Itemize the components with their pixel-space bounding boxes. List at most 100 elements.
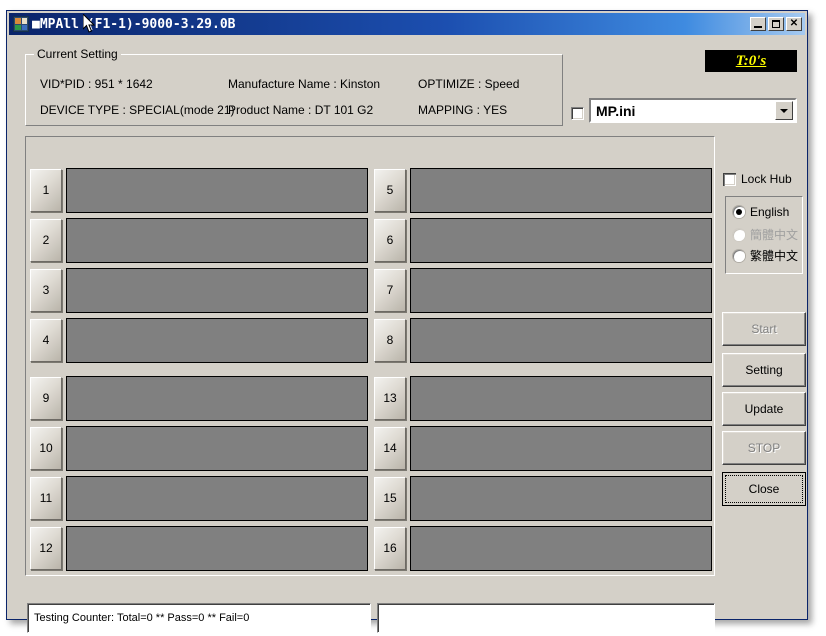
title-bar[interactable]: ■MPAll (F1-1)-9000-3.29.0B ✕ — [9, 13, 805, 35]
slot-status-7 — [410, 268, 712, 313]
manufacture-name-value: Manufacture Name : Kinston — [228, 77, 380, 91]
ini-file-combobox[interactable]: MP.ini — [589, 98, 797, 123]
stop-button-label: STOP — [748, 441, 780, 455]
language-option-traditional-chinese[interactable]: 繁體中文 — [733, 247, 798, 264]
current-setting-group: Current Setting VID*PID : 951 * 1642 Man… — [25, 54, 563, 126]
window-controls: ✕ — [750, 17, 803, 31]
slot-row[interactable]: 16 — [374, 523, 712, 573]
slot-status-16 — [410, 526, 712, 571]
window-client-area: Current Setting VID*PID : 951 * 1642 Man… — [9, 36, 805, 617]
radio-simplified-chinese-indicator — [733, 229, 745, 241]
testing-counter-field: Testing Counter: Total=0 ** Pass=0 ** Fa… — [27, 603, 371, 633]
application-window: ■MPAll (F1-1)-9000-3.29.0B ✕ Current Set… — [6, 10, 808, 620]
slot-button-9[interactable]: 9 — [30, 377, 62, 420]
maximize-button[interactable] — [768, 17, 784, 31]
radio-traditional-chinese-indicator[interactable] — [733, 250, 745, 262]
slot-status-6 — [410, 218, 712, 263]
slot-button-5[interactable]: 5 — [374, 169, 406, 212]
slot-status-12 — [66, 526, 368, 571]
slot-button-12[interactable]: 12 — [30, 527, 62, 570]
slot-row[interactable]: 3 — [30, 265, 368, 315]
close-window-button[interactable]: ✕ — [786, 17, 802, 31]
slot-button-13[interactable]: 13 — [374, 377, 406, 420]
slot-row[interactable]: 11 — [30, 473, 368, 523]
language-option-english[interactable]: English — [733, 205, 789, 219]
ini-file-value: MP.ini — [591, 103, 775, 119]
slot-row[interactable]: 5 — [374, 165, 712, 215]
start-button-label: Start — [751, 322, 776, 336]
slot-button-10[interactable]: 10 — [30, 427, 62, 470]
status-message-field — [377, 603, 715, 633]
slot-column-left: 1 2 3 4 9 — [30, 165, 368, 573]
lock-hub-checkbox[interactable]: Lock Hub — [723, 172, 792, 186]
slot-status-3 — [66, 268, 368, 313]
slot-button-1[interactable]: 1 — [30, 169, 62, 212]
language-option-traditional-chinese-label: 繁體中文 — [750, 247, 798, 264]
slot-status-4 — [66, 318, 368, 363]
close-button[interactable]: Close — [722, 472, 806, 506]
elapsed-timer-value: T:0's — [736, 53, 767, 70]
slot-button-6[interactable]: 6 — [374, 219, 406, 262]
vid-pid-value: VID*PID : 951 * 1642 — [40, 77, 153, 91]
optimize-value: OPTIMIZE : Speed — [418, 77, 519, 91]
setting-button[interactable]: Setting — [722, 353, 806, 387]
slot-column-right: 5 6 7 8 13 — [374, 165, 712, 573]
slot-button-3[interactable]: 3 — [30, 269, 62, 312]
slot-row[interactable]: 14 — [374, 423, 712, 473]
window-title: ■MPAll (F1-1)-9000-3.29.0B — [32, 17, 750, 32]
slot-row[interactable]: 6 — [374, 215, 712, 265]
slot-status-10 — [66, 426, 368, 471]
product-name-value: Product Name : DT 101 G2 — [228, 103, 373, 117]
slot-row[interactable]: 12 — [30, 523, 368, 573]
slot-row[interactable]: 2 — [30, 215, 368, 265]
slot-button-7[interactable]: 7 — [374, 269, 406, 312]
slot-status-11 — [66, 476, 368, 521]
slot-status-2 — [66, 218, 368, 263]
slot-status-1 — [66, 168, 368, 213]
slot-button-4[interactable]: 4 — [30, 319, 62, 362]
slot-status-8 — [410, 318, 712, 363]
slot-row[interactable]: 9 — [30, 373, 368, 423]
slot-button-14[interactable]: 14 — [374, 427, 406, 470]
stop-button: STOP — [722, 431, 806, 465]
radio-english-indicator[interactable] — [733, 206, 745, 218]
update-button[interactable]: Update — [722, 392, 806, 426]
focus-ring — [725, 475, 803, 503]
lock-hub-label: Lock Hub — [741, 172, 792, 186]
slot-status-5 — [410, 168, 712, 213]
slot-row[interactable]: 4 — [30, 315, 368, 365]
lock-hub-checkbox-box[interactable] — [723, 173, 736, 186]
slot-row[interactable]: 15 — [374, 473, 712, 523]
language-option-simplified-chinese: 簡體中文 — [733, 226, 798, 243]
update-button-label: Update — [745, 402, 784, 416]
slot-button-16[interactable]: 16 — [374, 527, 406, 570]
slot-button-11[interactable]: 11 — [30, 477, 62, 520]
current-setting-legend: Current Setting — [34, 47, 121, 61]
slot-status-15 — [410, 476, 712, 521]
slot-row[interactable]: 10 — [30, 423, 368, 473]
slot-button-8[interactable]: 8 — [374, 319, 406, 362]
slot-button-2[interactable]: 2 — [30, 219, 62, 262]
minimize-button[interactable] — [750, 17, 766, 31]
language-option-simplified-chinese-label: 簡體中文 — [750, 226, 798, 243]
slot-panel: 1 2 3 4 9 — [25, 136, 715, 576]
slot-row[interactable]: 8 — [374, 315, 712, 365]
slot-row[interactable]: 13 — [374, 373, 712, 423]
testing-counter-text: Testing Counter: Total=0 ** Pass=0 ** Fa… — [34, 612, 249, 624]
setting-button-label: Setting — [745, 363, 782, 377]
chevron-down-icon[interactable] — [775, 101, 793, 120]
start-button: Start — [722, 312, 806, 346]
slot-row[interactable]: 7 — [374, 265, 712, 315]
language-option-english-label: English — [750, 205, 789, 219]
slot-status-14 — [410, 426, 712, 471]
slot-status-13 — [410, 376, 712, 421]
language-radio-group: English 簡體中文 繁體中文 — [725, 196, 803, 274]
desktop-background: ■MPAll (F1-1)-9000-3.29.0B ✕ Current Set… — [0, 0, 826, 636]
slot-button-15[interactable]: 15 — [374, 477, 406, 520]
slot-row[interactable]: 1 — [30, 165, 368, 215]
ini-enable-checkbox[interactable] — [571, 107, 584, 120]
app-icon — [13, 16, 29, 32]
slot-status-9 — [66, 376, 368, 421]
mapping-value: MAPPING : YES — [418, 103, 507, 117]
device-type-value: DEVICE TYPE : SPECIAL(mode 21) — [40, 103, 235, 117]
